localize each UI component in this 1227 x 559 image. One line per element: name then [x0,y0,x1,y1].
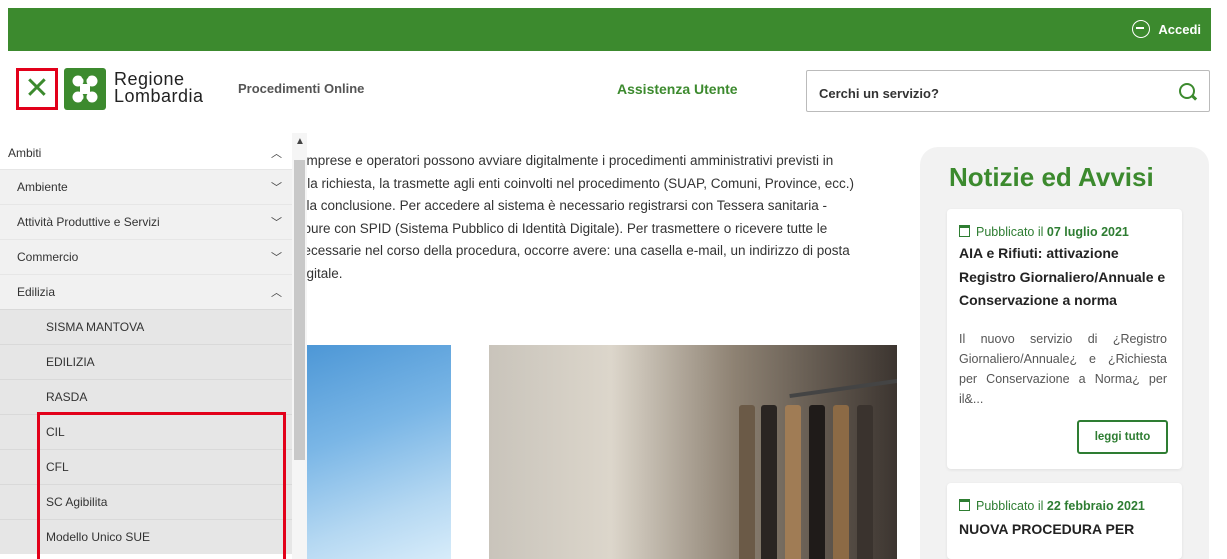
hanger [833,405,849,559]
rack-rail [789,375,897,399]
hanger [857,405,873,559]
news-card-title[interactable]: NUOVA PROCEDURA PER [959,518,1171,542]
sidebar-scroll-thumb[interactable] [294,160,305,460]
chevron-down-icon: ﹀ [271,182,282,194]
intro-text: , imprese e operatori possono avviare di… [296,150,910,285]
sidebar-item-commercio[interactable]: Commercio ﹀ [0,239,294,274]
read-more-button[interactable]: leggi tutto [1077,420,1168,454]
close-icon: ✕ [24,72,50,105]
regione-lombardia-logo-icon[interactable] [64,68,106,110]
intro-line: e la richiesta, la trasmette agli enti c… [296,175,855,191]
news-card[interactable]: Pubblicato il 22 febbraio 2021 NUOVA PRO… [947,483,1182,559]
news-card-title[interactable]: AIA e Rifiuti: attivazione Registro Gior… [959,242,1171,313]
intro-line: , imprese e operatori possono avviare di… [296,153,834,168]
search-input[interactable] [817,81,1161,105]
clothes-rack-image[interactable] [489,345,897,559]
news-title: Notizie ed Avvisi [949,162,1154,192]
calendar-icon [959,225,970,237]
close-menu-button[interactable]: ✕ [16,68,58,110]
sidebar-item-label: Ambiti [8,145,42,160]
sidebar-subitem-sisma-mantova[interactable]: SISMA MANTOVA [0,309,292,344]
highlight-box [37,412,286,559]
intro-line: digitale. [296,265,343,281]
sidebar-item-label: Ambiente [17,180,68,194]
intro-line: ppure con SPID (Sistema Pubblico di Iden… [296,220,828,236]
sidebar-subitem-label: SISMA MANTOVA [46,320,145,334]
sidebar-item-ambiente[interactable]: Ambiente ﹀ [0,169,294,204]
chevron-up-icon: ︿ [271,147,282,160]
sidebar-item-edilizia[interactable]: Edilizia ︿ [0,274,294,309]
sidebar-subitem-rasda[interactable]: RASDA [0,379,292,414]
calendar-icon [959,499,970,511]
news-card-body: Il nuovo servizio di ¿Registro Giornalie… [959,332,1167,406]
sidebar-item-ambiti[interactable]: Ambiti ︿ [0,135,294,170]
logo-text[interactable]: Regione Lombardia [114,70,204,106]
chevron-down-icon: ﹀ [271,217,282,229]
hanger [785,405,801,559]
intro-line: alla conclusione. Per accedere al sistem… [296,198,828,213]
sidebar-item-label: Attività Produttive e Servizi [17,215,160,229]
news-card[interactable]: Pubblicato il 07 luglio 2021 AIA e Rifiu… [947,209,1182,469]
chevron-down-icon: ﹀ [271,252,282,264]
sidebar-item-attivita-produttive[interactable]: Attività Produttive e Servizi ﹀ [0,204,294,239]
intro-line: necessarie nel corso della procedura, oc… [296,243,850,258]
search-bar [806,70,1210,112]
sky-image[interactable] [307,345,451,559]
sidebar-item-label: Commercio [17,250,79,264]
sidebar-subitem-label: EDILIZIA [46,355,95,369]
search-icon[interactable] [1179,83,1195,99]
hanger [761,405,777,559]
nav-procedimenti-online[interactable]: Procedimenti Online [238,81,364,96]
published-date: 22 febbraio 2021 [1046,499,1145,513]
hanger [809,405,825,559]
nav-assistenza-utente[interactable]: Assistenza Utente [617,81,738,97]
published-prefix: Pubblicato il [976,499,1044,513]
login-label: Accedi [1158,21,1201,37]
news-date: Pubblicato il 22 febbraio 2021 [959,499,1145,513]
top-bar: Accedi [8,8,1211,51]
sidebar-subitem-label: RASDA [46,390,88,404]
sidebar-item-label: Edilizia [17,285,56,299]
hanger [739,405,755,559]
news-date: Pubblicato il 07 luglio 2021 [959,225,1129,239]
scroll-up-arrow-icon[interactable]: ▲ [295,136,305,147]
published-date: 07 luglio 2021 [1046,225,1129,239]
login-link[interactable]: Accedi [1132,20,1201,38]
sidebar-subitem-edilizia[interactable]: EDILIZIA [0,344,292,379]
logo-line-2: Lombardia [114,86,204,106]
published-prefix: Pubblicato il [976,225,1044,239]
chevron-up-icon: ︿ [271,287,282,299]
login-icon [1132,20,1151,38]
